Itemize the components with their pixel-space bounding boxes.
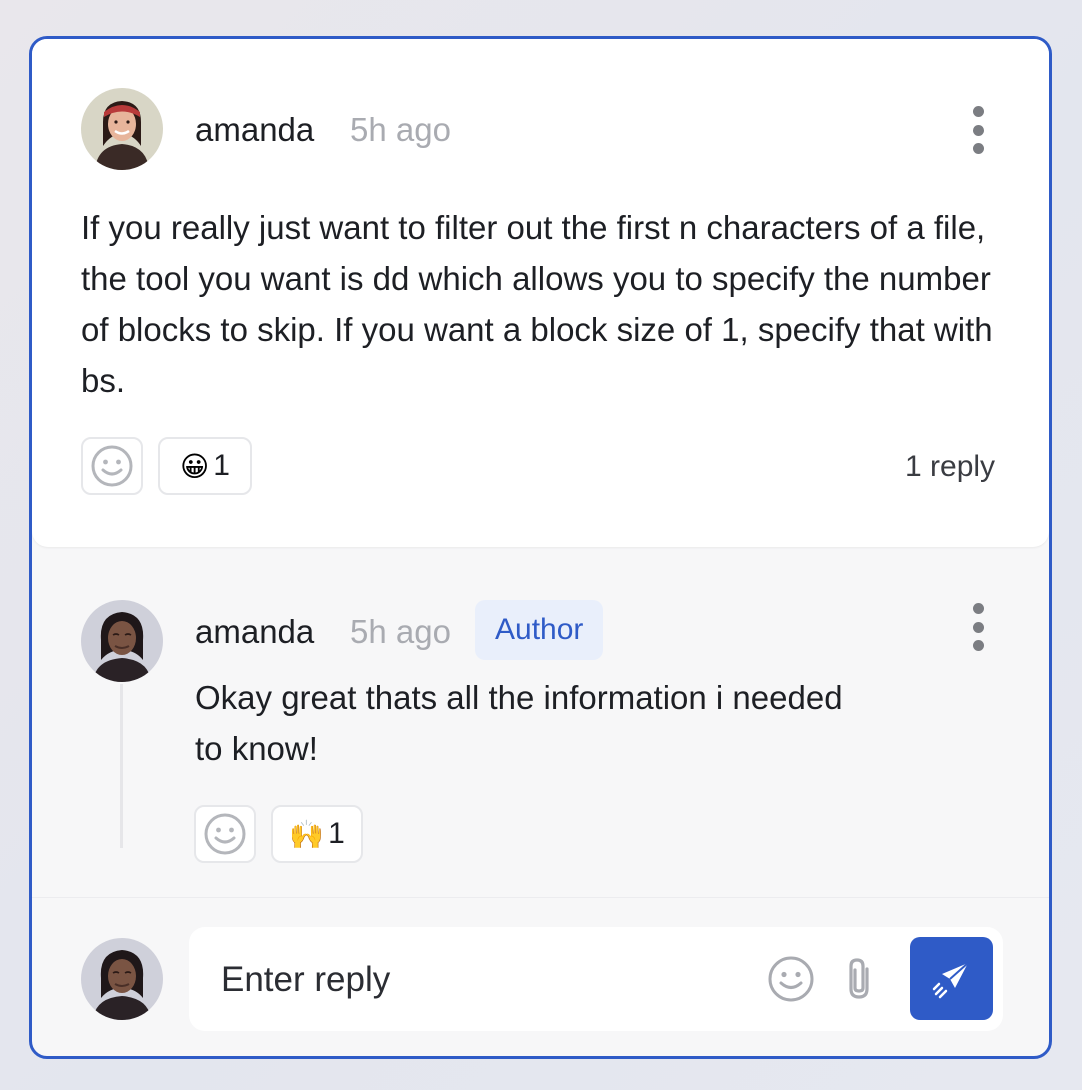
composer-divider	[32, 897, 1049, 898]
smiley-icon	[91, 445, 133, 487]
more-options-icon[interactable]	[966, 106, 990, 154]
comment-timestamp: 5h ago	[350, 111, 451, 148]
add-reaction-button[interactable]	[81, 437, 143, 495]
main-comment: amanda 5h ago If you really just want to…	[32, 39, 1049, 547]
reply-avatar[interactable]	[81, 600, 163, 682]
send-button[interactable]	[910, 937, 993, 1020]
reaction-emoji: 😀	[180, 450, 210, 482]
reaction-chip[interactable]: 😀 1	[158, 437, 252, 495]
attach-button[interactable]	[839, 953, 879, 1005]
reply-timestamp: 5h ago	[350, 613, 451, 650]
reply-more-options-icon[interactable]	[966, 603, 990, 651]
smiley-icon	[204, 813, 246, 855]
paper-plane-icon	[932, 961, 969, 998]
composer-avatar	[81, 938, 163, 1020]
reply-text: Okay great thats all the information i n…	[195, 679, 843, 767]
reply-add-reaction-button[interactable]	[194, 805, 256, 863]
reaction-count: 1	[328, 817, 345, 850]
reply-reaction-chip[interactable]: 🙌 1	[271, 805, 363, 863]
comment-author-name[interactable]: amanda	[195, 110, 314, 150]
reaction-emoji: 🙌	[289, 818, 325, 850]
author-badge: Author	[475, 600, 604, 660]
paperclip-icon	[849, 958, 869, 999]
reply-composer	[189, 927, 1003, 1031]
avatar[interactable]	[81, 88, 163, 170]
comment-text: If you really just want to filter out th…	[81, 209, 993, 399]
reply-input[interactable]	[219, 949, 743, 1011]
emoji-picker-button[interactable]	[767, 955, 815, 1003]
thread-line	[120, 684, 123, 848]
reply-author-name[interactable]: amanda	[195, 612, 314, 652]
smiley-icon	[768, 956, 814, 1002]
comment-thread-card: amanda 5h ago If you really just want to…	[29, 36, 1052, 1059]
reply-count-link[interactable]: 1 reply	[905, 450, 995, 484]
reaction-count: 1	[213, 449, 230, 482]
